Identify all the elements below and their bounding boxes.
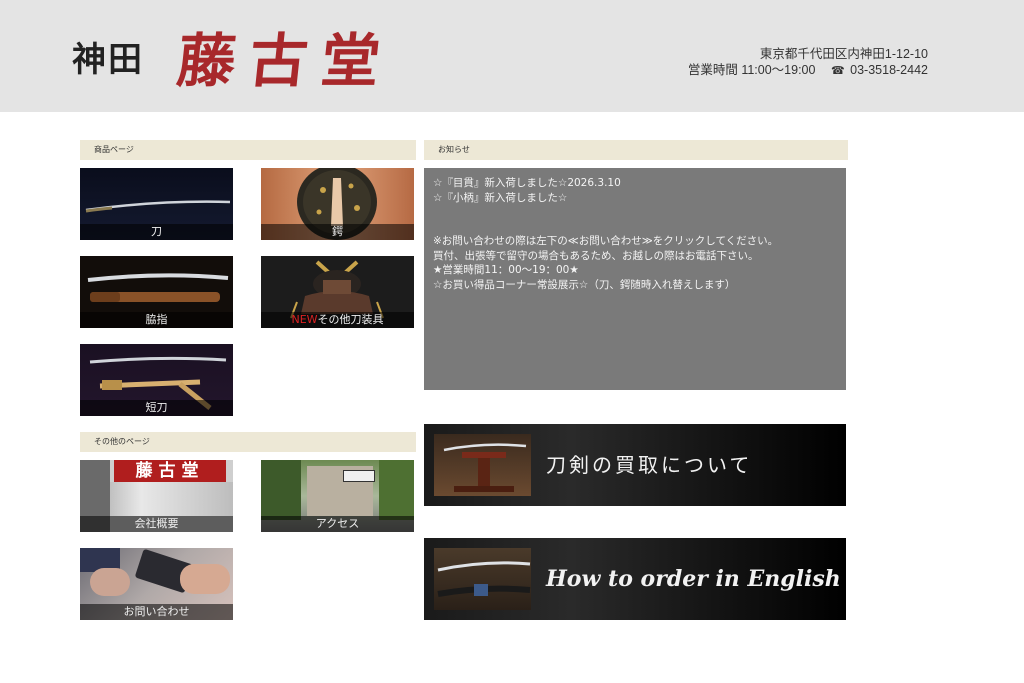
english-order-banner[interactable]: How to order in English bbox=[424, 538, 846, 620]
english-banner-text: How to order in English bbox=[546, 566, 841, 592]
sword-photo bbox=[434, 548, 531, 610]
tile-tsuba[interactable]: 鍔 bbox=[261, 168, 414, 240]
news-line bbox=[433, 205, 837, 220]
site-header: 神田 藤古堂 東京都千代田区内神田1-12-10 営業時間 11:00～19:0… bbox=[0, 0, 1024, 112]
news-panel: ☆『目貫』新入荷しました☆2026.3.10 ☆『小柄』新入荷しました☆ ※お問… bbox=[424, 168, 846, 390]
trees bbox=[261, 460, 301, 520]
tile-katana[interactable]: 刀 bbox=[80, 168, 233, 240]
tile-other-fittings[interactable]: NEWその他刀装具 bbox=[261, 256, 414, 328]
other-section-title: その他のページ bbox=[80, 432, 416, 452]
store-phone: 03-3518-2442 bbox=[850, 63, 928, 77]
shop-sign-text: 藤古堂 bbox=[135, 461, 205, 481]
hand bbox=[180, 564, 230, 594]
tile-caption: 短刀 bbox=[80, 400, 233, 416]
products-section-title: 商品ページ bbox=[80, 140, 416, 160]
news-line: ☆『小柄』新入荷しました☆ bbox=[433, 191, 568, 204]
store-info: 東京都千代田区内神田1-12-10 営業時間 11:00～19:00 ☎ 03-… bbox=[688, 46, 928, 79]
tile-caption: お問い合わせ bbox=[80, 604, 233, 620]
tile-caption: NEWその他刀装具 bbox=[261, 312, 414, 328]
tile-company[interactable]: 藤古堂 会社概要 bbox=[80, 460, 233, 532]
phone-icon: ☎ bbox=[830, 65, 845, 77]
news-line: ☆『目貫』新入荷しました☆2026.3.10 bbox=[433, 177, 621, 189]
tile-wakizashi[interactable]: 脇指 bbox=[80, 256, 233, 328]
tile-contact[interactable]: お問い合わせ bbox=[80, 548, 233, 620]
tile-caption: 会社概要 bbox=[80, 516, 233, 532]
logo-prefix: 神田 bbox=[72, 40, 144, 80]
news-line: ★営業時間11：00～19：00★ bbox=[433, 264, 579, 276]
tile-tanto[interactable]: 短刀 bbox=[80, 344, 233, 416]
new-badge: NEW bbox=[291, 313, 318, 326]
station-sign bbox=[343, 470, 375, 482]
tile-caption: 刀 bbox=[80, 224, 233, 240]
tile-caption: アクセス bbox=[261, 516, 414, 532]
sword-stand-photo bbox=[434, 434, 531, 496]
tile-caption: 脇指 bbox=[80, 312, 233, 328]
purchase-banner-text: 刀剣の買取について bbox=[546, 453, 753, 477]
news-line: ☆お買い得品コーナー常設展示☆（刀、鍔随時入れ替えします） bbox=[433, 278, 736, 291]
news-line: 買付、出張等で留守の場合もあるため、お越しの際はお電話下さい。 bbox=[433, 249, 759, 262]
store-hours: 営業時間 11:00～19:00 bbox=[687, 63, 816, 77]
store-address: 東京都千代田区内神田1-12-10 bbox=[759, 47, 928, 61]
news-section-title: お知らせ bbox=[424, 140, 848, 160]
site-logo[interactable]: 藤古堂 bbox=[174, 14, 399, 98]
tile-access[interactable]: アクセス bbox=[261, 460, 414, 532]
purchase-banner[interactable]: 刀剣の買取について bbox=[424, 424, 846, 506]
news-line: ※お問い合わせの際は左下の≪お問い合わせ≫をクリックしてください。 bbox=[433, 235, 779, 247]
tile-caption: 鍔 bbox=[261, 224, 414, 240]
news-line bbox=[433, 220, 837, 235]
